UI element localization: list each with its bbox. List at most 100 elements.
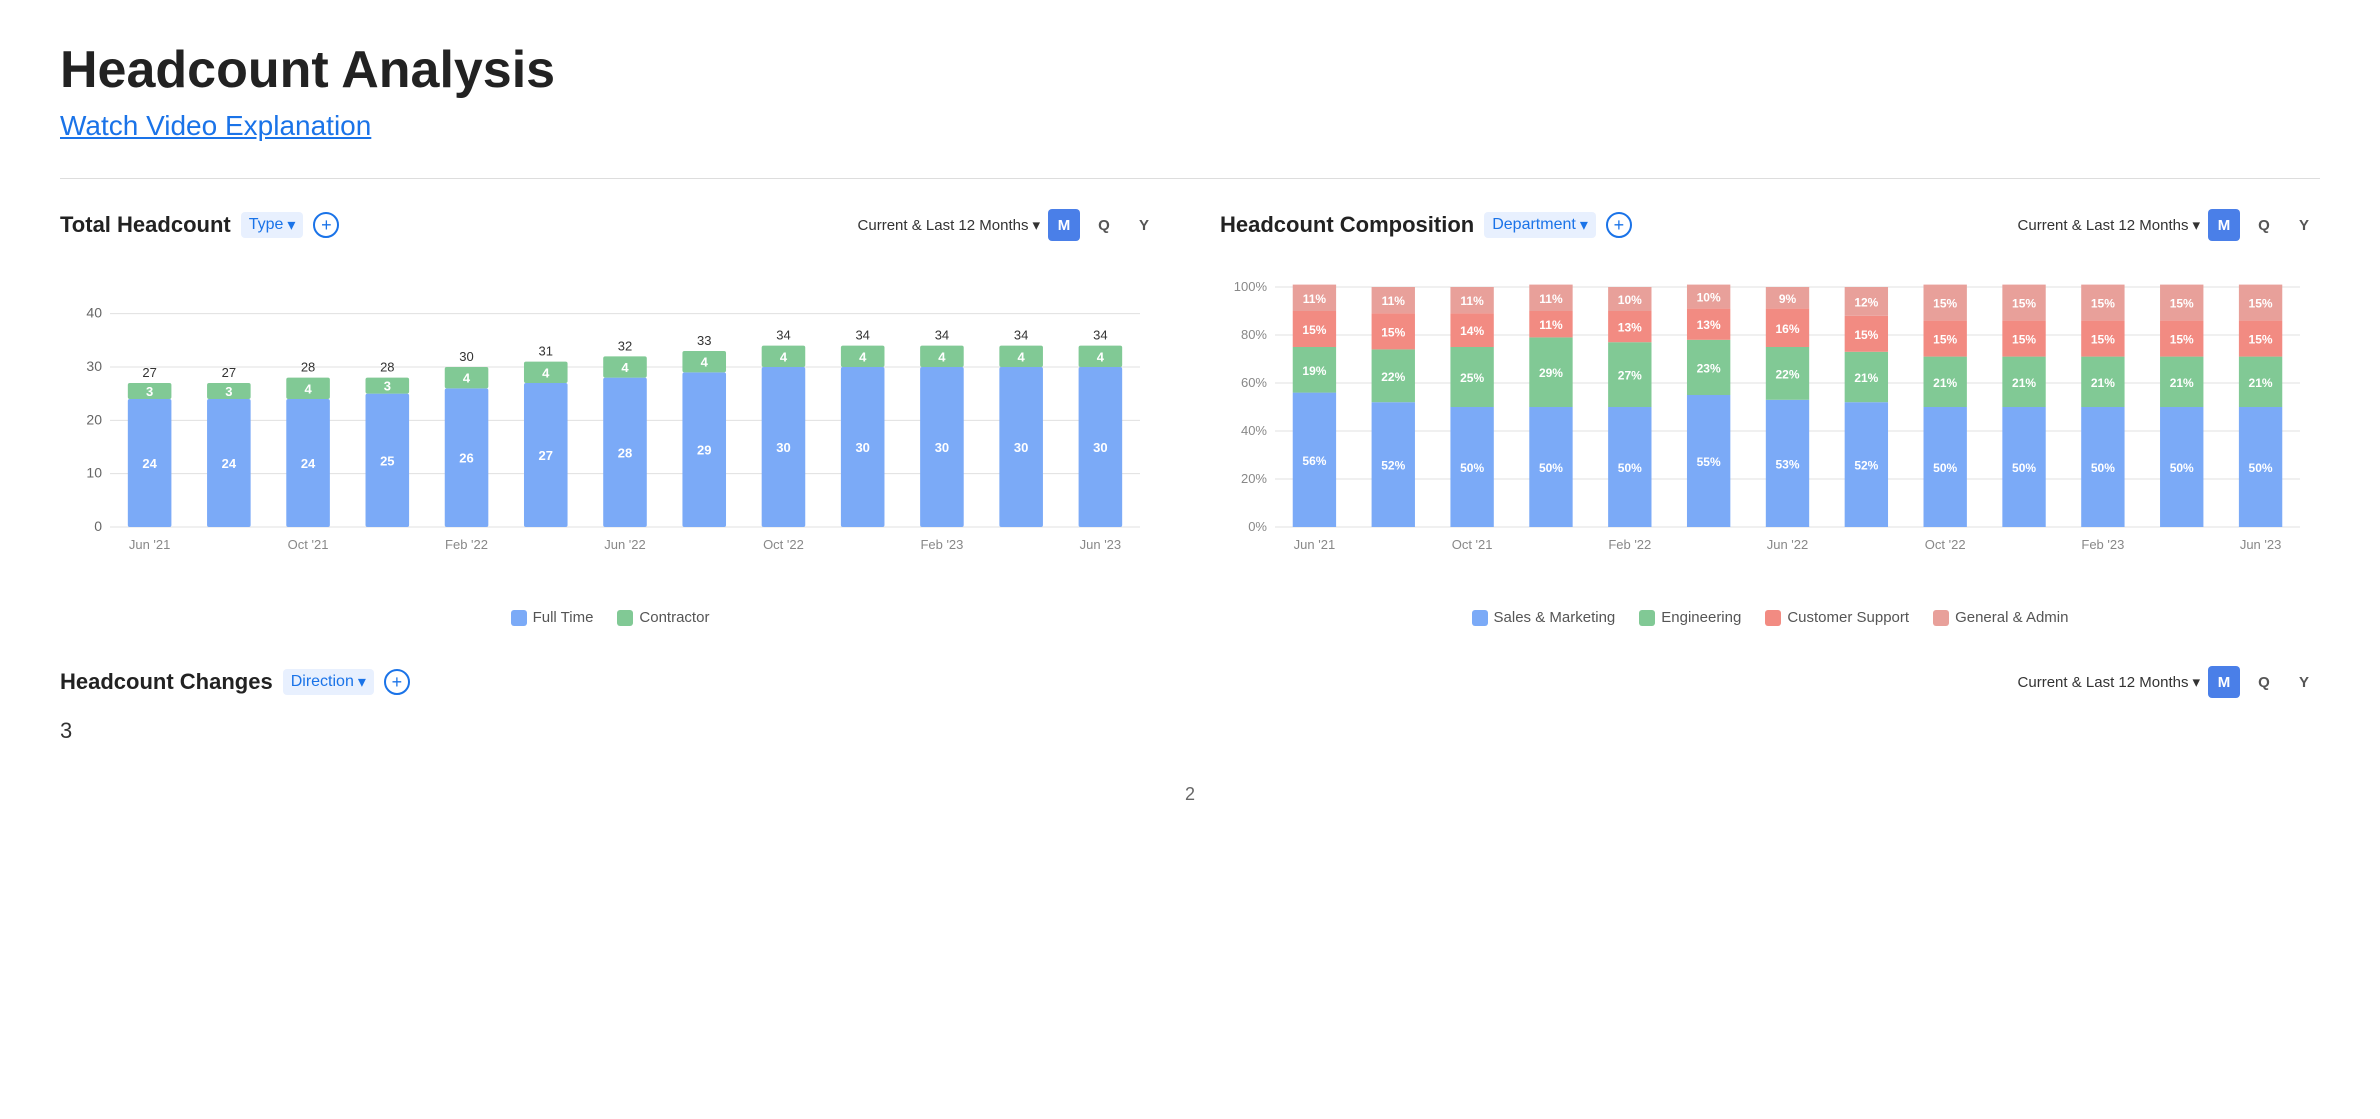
svg-text:15%: 15% [1854, 328, 1878, 342]
svg-text:Oct '22: Oct '22 [763, 537, 804, 552]
svg-text:Jun '23: Jun '23 [1080, 537, 1122, 552]
svg-text:50%: 50% [2249, 461, 2273, 475]
svg-text:Jun '23: Jun '23 [2240, 537, 2282, 552]
svg-text:Oct '21: Oct '21 [1452, 537, 1493, 552]
svg-text:Jun '21: Jun '21 [1294, 537, 1336, 552]
composition-header: Headcount Composition Department ▾ + Cur… [1220, 209, 2320, 241]
svg-text:11%: 11% [1460, 294, 1484, 308]
fulltime-label: Full Time [533, 609, 594, 626]
svg-text:27: 27 [142, 365, 156, 380]
svg-text:27%: 27% [1618, 369, 1642, 383]
composition-period-m[interactable]: M [2208, 209, 2240, 241]
svg-text:11%: 11% [1303, 292, 1327, 306]
add-filter-button[interactable]: + [313, 212, 339, 238]
svg-text:10: 10 [86, 465, 102, 481]
composition-add-button[interactable]: + [1606, 212, 1632, 238]
composition-period-q[interactable]: Q [2248, 209, 2280, 241]
changes-dropdown-icon: ▾ [2192, 673, 2200, 691]
svg-text:27: 27 [539, 448, 553, 463]
svg-text:25%: 25% [1460, 371, 1484, 385]
svg-text:10%: 10% [1697, 291, 1721, 305]
time-range-dropdown[interactable]: Current & Last 12 Months ▾ [858, 216, 1040, 234]
svg-text:15%: 15% [2170, 297, 2194, 311]
chevron-down-icon: ▾ [287, 215, 295, 235]
svg-text:60%: 60% [1241, 375, 1267, 390]
svg-text:52%: 52% [1381, 459, 1405, 473]
changes-add-button[interactable]: + [384, 669, 410, 695]
svg-text:4: 4 [859, 349, 867, 364]
svg-text:3: 3 [225, 384, 232, 399]
svg-text:4: 4 [780, 349, 788, 364]
svg-text:0: 0 [94, 518, 102, 534]
changes-period-q[interactable]: Q [2248, 666, 2280, 698]
svg-text:52%: 52% [1854, 459, 1878, 473]
svg-text:34: 34 [855, 328, 869, 343]
svg-text:24: 24 [301, 456, 316, 471]
period-quarter-button[interactable]: Q [1088, 209, 1120, 241]
svg-text:11%: 11% [1382, 294, 1406, 308]
type-filter-button[interactable]: Type ▾ [241, 212, 304, 238]
svg-text:3: 3 [146, 384, 153, 399]
svg-text:30: 30 [855, 440, 869, 455]
svg-text:4: 4 [304, 381, 312, 396]
direction-filter-button[interactable]: Direction ▾ [283, 669, 374, 695]
page-title: Headcount Analysis [60, 40, 2320, 100]
composition-period-y[interactable]: Y [2288, 209, 2320, 241]
svg-text:Oct '21: Oct '21 [288, 537, 329, 552]
changes-time-controls: Current & Last 12 Months ▾ M Q Y [2018, 666, 2320, 698]
svg-text:50%: 50% [1539, 461, 1563, 475]
svg-text:15%: 15% [1302, 323, 1326, 337]
period-month-button[interactable]: M [1048, 209, 1080, 241]
charts-row: Total Headcount Type ▾ + Current & Last … [60, 209, 2320, 626]
svg-text:30: 30 [935, 440, 949, 455]
section-divider [60, 178, 2320, 179]
video-explanation-link[interactable]: Watch Video Explanation [60, 110, 371, 141]
svg-text:50%: 50% [1933, 461, 1957, 475]
svg-text:31: 31 [539, 344, 553, 359]
total-headcount-chart-area: 01020304024327Jun '212432724428Oct '2125… [60, 257, 1160, 597]
legend-contractor: Contractor [617, 609, 709, 626]
svg-text:30: 30 [459, 349, 473, 364]
svg-text:29: 29 [697, 443, 711, 458]
svg-text:34: 34 [935, 328, 949, 343]
total-headcount-svg: 01020304024327Jun '212432724428Oct '2125… [60, 257, 1160, 577]
headcount-changes-section: Headcount Changes Direction ▾ + Current … [60, 666, 2320, 744]
dropdown-arrow-icon: ▾ [1032, 216, 1040, 234]
svg-text:12%: 12% [1854, 295, 1878, 309]
svg-text:21%: 21% [2170, 376, 2194, 390]
composition-title-group: Headcount Composition Department ▾ + [1220, 212, 1632, 238]
contractor-color [617, 610, 633, 626]
total-headcount-header: Total Headcount Type ▾ + Current & Last … [60, 209, 1160, 241]
period-year-button[interactable]: Y [1128, 209, 1160, 241]
changes-period-m[interactable]: M [2208, 666, 2240, 698]
contractor-label: Contractor [639, 609, 709, 626]
legend-engineering: Engineering [1639, 609, 1741, 626]
svg-text:40: 40 [86, 305, 102, 321]
composition-chart-area: 0%20%40%60%80%100%56%19%15%11%Jun '2152%… [1220, 257, 2320, 597]
svg-text:34: 34 [1093, 328, 1107, 343]
svg-text:50%: 50% [1618, 461, 1642, 475]
total-headcount-title: Total Headcount [60, 212, 231, 238]
svg-text:13%: 13% [1618, 321, 1642, 335]
composition-time-dropdown[interactable]: Current & Last 12 Months ▾ [2018, 216, 2200, 234]
dept-filter-button[interactable]: Department ▾ [1484, 212, 1596, 238]
svg-text:80%: 80% [1241, 327, 1267, 342]
svg-text:16%: 16% [1775, 322, 1799, 336]
svg-text:27: 27 [222, 365, 236, 380]
svg-text:20: 20 [86, 411, 102, 427]
svg-text:21%: 21% [2012, 376, 2036, 390]
svg-text:40%: 40% [1241, 423, 1267, 438]
svg-text:Jun '22: Jun '22 [1767, 537, 1809, 552]
svg-text:28: 28 [618, 445, 632, 460]
composition-title: Headcount Composition [1220, 212, 1474, 238]
legend-fulltime: Full Time [511, 609, 594, 626]
svg-text:29%: 29% [1539, 366, 1563, 380]
total-headcount-time-controls: Current & Last 12 Months ▾ M Q Y [858, 209, 1160, 241]
svg-text:21%: 21% [1854, 371, 1878, 385]
headcount-changes-header: Headcount Changes Direction ▾ + Current … [60, 666, 2320, 698]
changes-time-dropdown[interactable]: Current & Last 12 Months ▾ [2018, 673, 2200, 691]
composition-legend: Sales & Marketing Engineering Customer S… [1220, 609, 2320, 626]
legend-general-admin: General & Admin [1933, 609, 2068, 626]
svg-text:21%: 21% [2091, 376, 2115, 390]
changes-period-y[interactable]: Y [2288, 666, 2320, 698]
